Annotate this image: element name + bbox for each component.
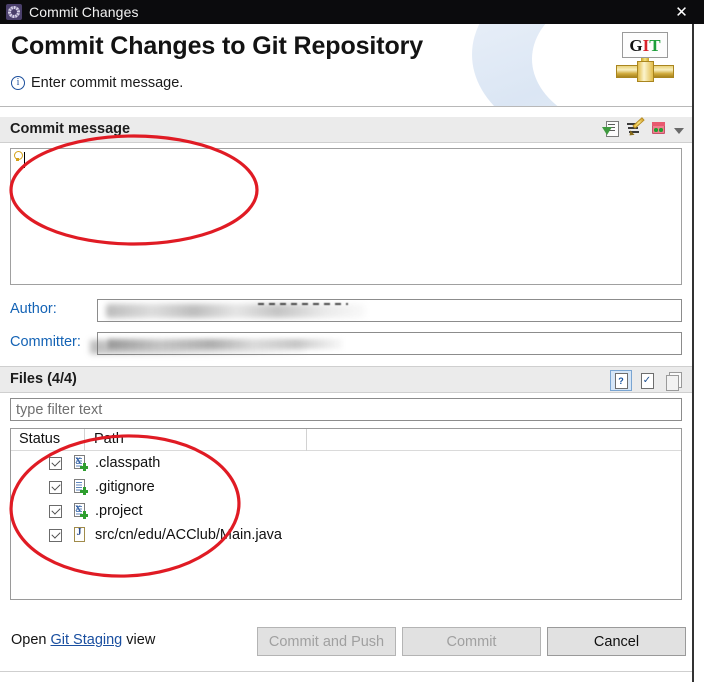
column-divider-path[interactable]	[306, 429, 307, 451]
row-checkbox[interactable]	[49, 504, 62, 518]
commit-message-toolbar	[602, 117, 684, 138]
author-value-dashes	[258, 303, 348, 305]
files-label: Files (4/4)	[10, 371, 77, 387]
window-title: Commit Changes	[29, 4, 139, 20]
change-id-tag-top	[652, 122, 665, 126]
commit-message-input[interactable]	[10, 148, 682, 285]
row-checkbox[interactable]	[49, 456, 62, 470]
add-signed-off-by-icon[interactable]	[602, 120, 619, 137]
text-file-added-icon	[73, 479, 88, 495]
eclipse-gear-icon	[6, 4, 22, 20]
info-circle-icon: i	[11, 76, 25, 90]
amend-previous-commit-icon[interactable]	[626, 117, 645, 138]
deselect-all-icon[interactable]	[662, 370, 684, 391]
dialog-header: Commit Changes to Git Repository i Enter…	[0, 24, 692, 106]
files-toolbar: ? ✓	[610, 370, 684, 391]
author-field[interactable]	[97, 299, 682, 322]
open-prefix: Open	[11, 632, 51, 648]
files-table-header: Status Path	[11, 429, 681, 451]
table-row[interactable]: J src/cn/edu/ACClub/Main.java	[11, 523, 681, 547]
commit-message-section-header: Commit message	[0, 117, 692, 143]
files-section-header: Files (4/4) ? ✓	[0, 366, 692, 393]
show-untracked-files-icon[interactable]: ?	[610, 370, 632, 391]
author-value-redacted	[106, 304, 366, 318]
row-path: .project	[95, 503, 143, 519]
amend-pencil-tip	[627, 130, 635, 138]
signed-off-doc-lines	[608, 124, 615, 125]
table-row[interactable]: X .project	[11, 499, 681, 523]
header-message: i Enter commit message.	[11, 75, 183, 91]
row-checkbox[interactable]	[49, 480, 62, 494]
git-logo-i: I	[642, 35, 650, 55]
add-change-id-icon[interactable]	[650, 120, 667, 137]
check-page-glyph: ✓	[640, 372, 654, 389]
page-title: Commit Changes to Git Repository	[11, 32, 424, 60]
column-header-path[interactable]: Path	[94, 431, 124, 447]
commit-message-label: Commit message	[10, 121, 131, 137]
cancel-button[interactable]: Cancel	[547, 627, 686, 656]
row-path: .classpath	[95, 455, 161, 471]
committer-label: Committer:	[10, 334, 81, 350]
window-title-bar: Commit Changes ✕	[0, 0, 704, 24]
open-suffix: view	[122, 632, 156, 648]
question-page-glyph: ?	[614, 372, 628, 389]
footer-separator	[0, 613, 692, 614]
git-staging-link[interactable]: Git Staging	[51, 632, 123, 648]
table-row[interactable]: X .classpath	[11, 451, 681, 475]
author-row: Author:	[0, 299, 692, 323]
table-row[interactable]: .gitignore	[11, 475, 681, 499]
amend-pencil	[632, 117, 645, 129]
row-path: src/cn/edu/ACClub/Main.java	[95, 527, 282, 543]
commit-changes-dialog: Commit Changes ✕ Commit Changes to Git R…	[0, 0, 704, 682]
filter-input[interactable]	[10, 398, 682, 421]
git-logo-sign: GIT	[622, 32, 668, 58]
xml-file-added-icon: X	[73, 455, 88, 471]
xml-file-added-icon: X	[73, 503, 88, 519]
committer-value-smudge	[90, 340, 305, 354]
copy-page-glyph	[665, 372, 682, 391]
lightbulb-icon	[13, 151, 23, 162]
java-file-icon: J	[73, 527, 88, 543]
change-id-tag-dots	[654, 128, 658, 132]
files-table[interactable]: Status Path X .classpath .gitignore X .p…	[10, 428, 682, 600]
commit-button[interactable]: Commit	[402, 627, 541, 656]
author-label: Author:	[10, 301, 57, 317]
git-logo-box	[637, 61, 654, 82]
git-logo: GIT	[616, 32, 674, 88]
git-logo-g: G	[629, 35, 643, 55]
text-caret	[24, 152, 25, 168]
row-path: .gitignore	[95, 479, 155, 495]
row-checkbox[interactable]	[49, 528, 62, 542]
commit-and-push-button[interactable]: Commit and Push	[257, 627, 396, 656]
chevron-down-icon[interactable]	[674, 127, 684, 134]
column-header-status[interactable]: Status	[19, 431, 60, 447]
header-message-text: Enter commit message.	[31, 75, 184, 91]
select-all-icon[interactable]: ✓	[636, 370, 658, 391]
dialog-right-border	[692, 24, 694, 682]
header-separator	[0, 106, 692, 107]
close-icon[interactable]: ✕	[659, 0, 704, 24]
footer-bottom-line	[0, 671, 692, 672]
git-logo-t: T	[649, 35, 661, 55]
open-git-staging-text: Open Git Staging view	[11, 632, 155, 648]
column-divider-status[interactable]	[84, 429, 85, 451]
